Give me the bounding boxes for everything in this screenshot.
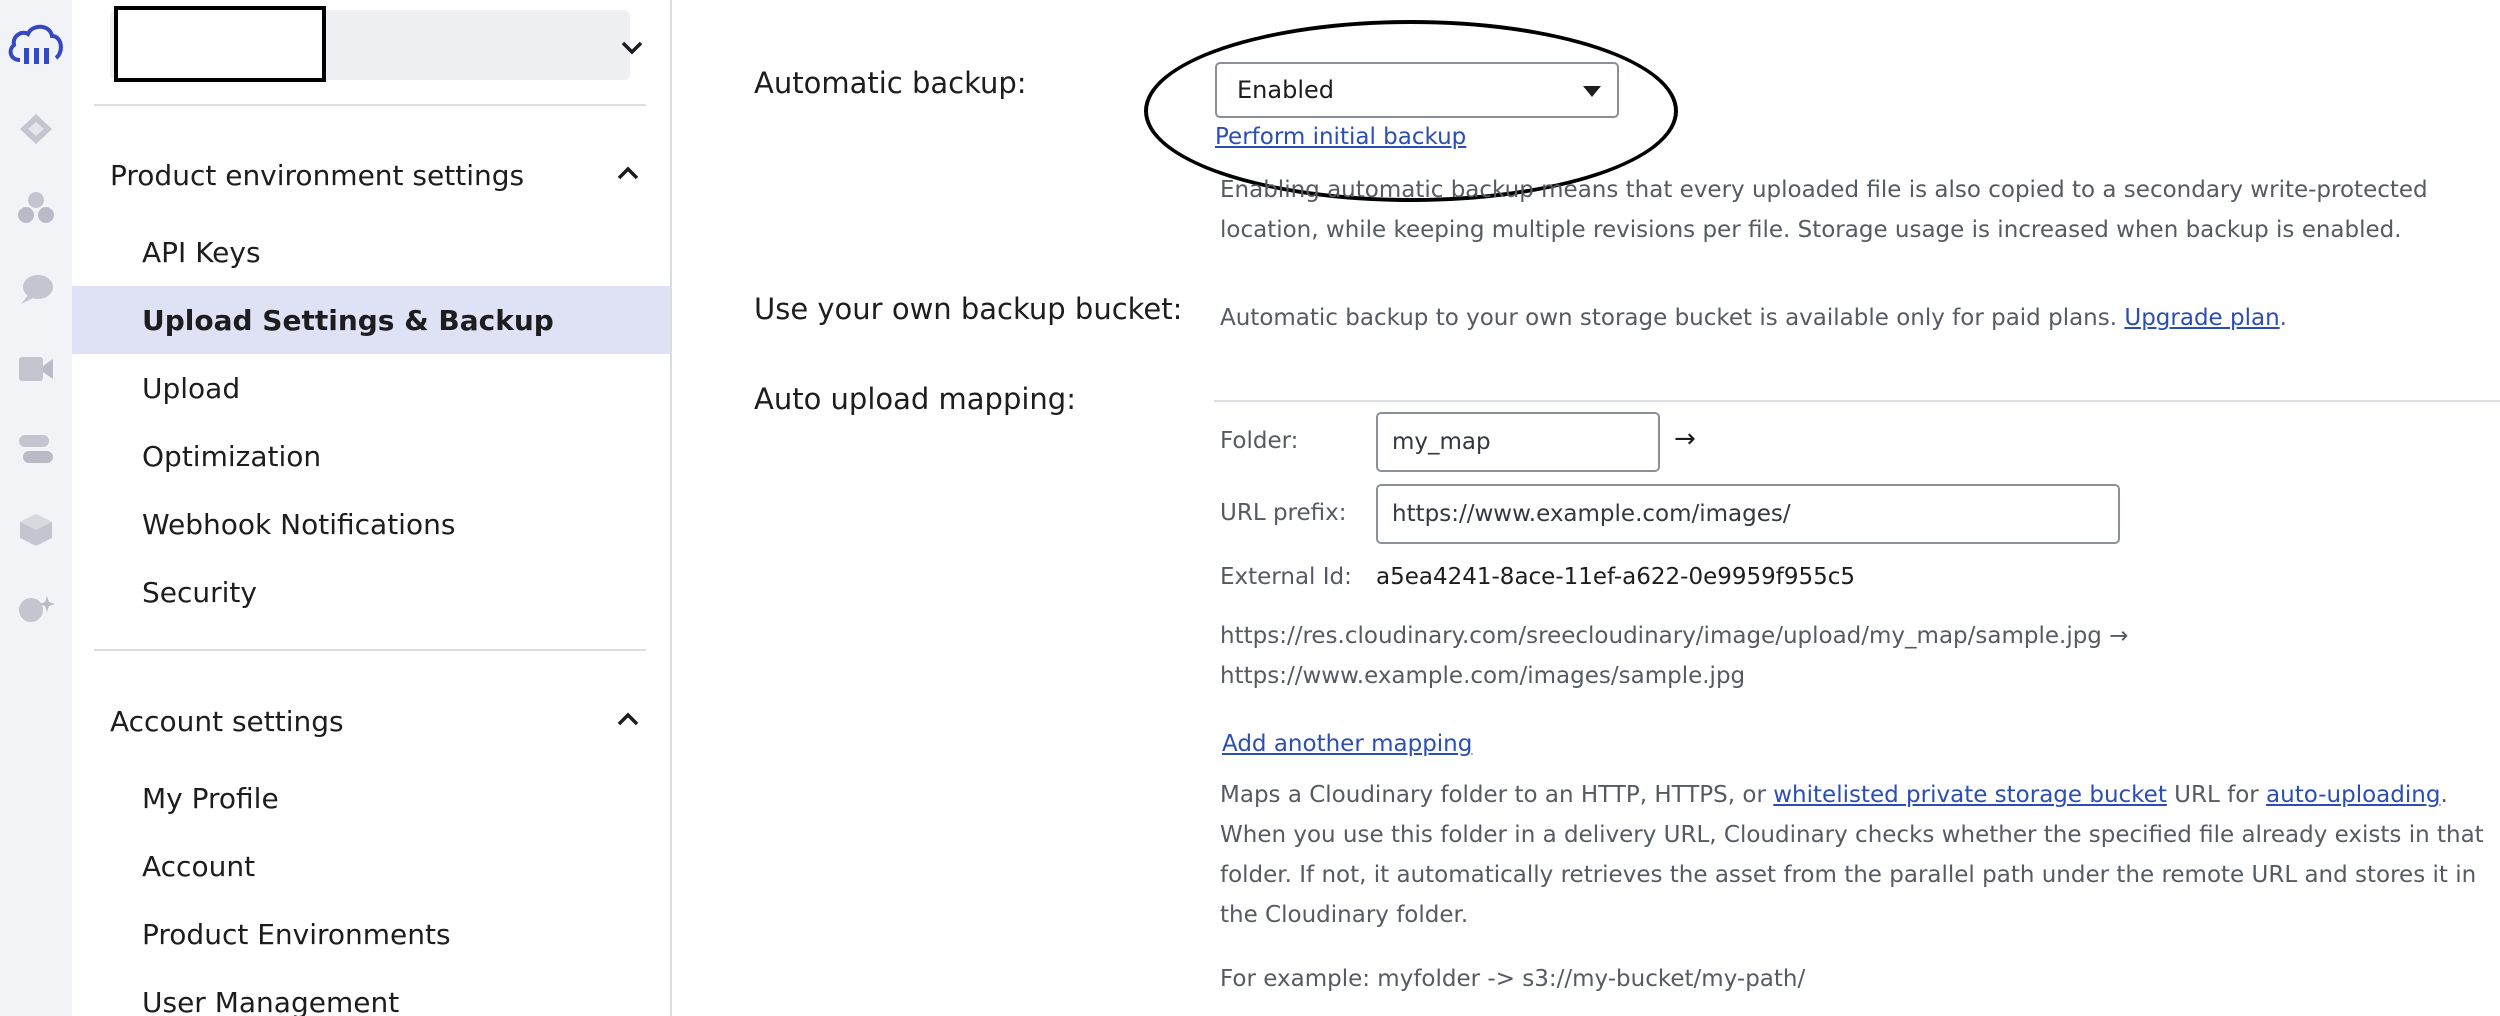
chevron-down-icon xyxy=(620,40,644,60)
sidebar-item-account[interactable]: Account xyxy=(72,832,670,900)
description-line: the Cloudinary folder. xyxy=(1220,902,1469,928)
mapping-divider xyxy=(1214,400,2500,402)
cube-icon[interactable] xyxy=(0,512,72,548)
backup-help-text: Enabling automatic backup means that eve… xyxy=(1220,170,2428,250)
url-prefix-label: URL prefix: xyxy=(1220,500,1347,526)
sidebar-divider xyxy=(94,649,646,651)
section-title: Product environment settings xyxy=(110,158,525,192)
url-prefix-input[interactable]: https://www.example.com/images/ xyxy=(1376,484,2120,544)
description-line: Maps a Cloudinary folder to an HTTP, HTT… xyxy=(1220,775,2484,815)
section-title: Account settings xyxy=(110,704,344,738)
sidebar-item-api-keys[interactable]: API Keys xyxy=(72,218,670,286)
description-line: folder. If not, it automatically retriev… xyxy=(1220,862,2477,888)
folder-input[interactable]: my_map xyxy=(1376,412,1660,472)
select-value: Enabled xyxy=(1237,76,1334,104)
ai-sparkle-icon[interactable] xyxy=(0,592,72,628)
automatic-backup-select[interactable]: Enabled xyxy=(1215,62,1619,118)
desc-text: . xyxy=(2440,782,2448,808)
own-bucket-text: Automatic backup to your own storage buc… xyxy=(1220,298,2287,338)
upgrade-plan-link[interactable]: Upgrade plan xyxy=(2124,305,2279,331)
perform-initial-backup-link[interactable]: Perform initial backup xyxy=(1215,124,1466,150)
help-line: Enabling automatic backup means that eve… xyxy=(1220,177,2428,203)
chat-bubble-icon[interactable] xyxy=(0,272,72,308)
desc-text: URL for xyxy=(2166,782,2267,808)
settings-sidebar: Product environment settings API Keys Up… xyxy=(72,0,672,1016)
desc-text: Maps a Cloudinary folder to an HTTP, HTT… xyxy=(1220,782,1774,808)
redacted-environment-name xyxy=(114,6,326,82)
integrations-icon[interactable] xyxy=(0,432,72,466)
example-line: https://www.example.com/images/sample.jp… xyxy=(1220,663,1746,689)
sidebar-divider xyxy=(94,104,646,106)
add-another-mapping-link[interactable]: Add another mapping xyxy=(1222,731,1472,757)
description-line: When you use this folder in a delivery U… xyxy=(1220,822,2484,848)
arrow-right-icon: → xyxy=(1674,424,1696,454)
folder-value: my_map xyxy=(1392,429,1491,455)
auto-uploading-link[interactable]: auto-uploading xyxy=(2266,782,2440,808)
automatic-backup-label: Automatic backup: xyxy=(754,66,1027,100)
caret-down-icon xyxy=(1583,86,1601,97)
account-settings-section-header[interactable]: Account settings xyxy=(110,696,640,746)
mapping-example-footer: For example: myfolder -> s3://my-bucket/… xyxy=(1220,966,1806,992)
mapping-example: https://res.cloudinary.com/sreecloudinar… xyxy=(1220,616,2129,696)
main-content: Automatic backup: Enabled Perform initia… xyxy=(674,0,2500,1016)
sidebar-item-optimization[interactable]: Optimization xyxy=(72,422,670,490)
sidebar-item-webhook-notifications[interactable]: Webhook Notifications xyxy=(72,490,670,558)
external-id-label: External Id: xyxy=(1220,564,1352,590)
sidebar-item-upload[interactable]: Upload xyxy=(72,354,670,422)
sidebar-item-user-management[interactable]: User Management xyxy=(72,968,670,1016)
example-line: https://res.cloudinary.com/sreecloudinar… xyxy=(1220,623,2129,649)
icon-rail xyxy=(0,0,72,1016)
sidebar-item-product-environments[interactable]: Product Environments xyxy=(72,900,670,968)
own-bucket-message: Automatic backup to your own storage buc… xyxy=(1220,305,2125,331)
video-icon[interactable] xyxy=(0,354,72,384)
product-settings-section-header[interactable]: Product environment settings xyxy=(110,150,640,200)
period: . xyxy=(2279,305,2287,331)
folder-label: Folder: xyxy=(1220,428,1299,454)
sidebar-item-my-profile[interactable]: My Profile xyxy=(72,764,670,832)
sidebar-item-security[interactable]: Security xyxy=(72,558,670,626)
media-library-icon[interactable] xyxy=(0,112,72,146)
sidebar-item-upload-settings-backup[interactable]: Upload Settings & Backup xyxy=(72,286,670,354)
url-prefix-value: https://www.example.com/images/ xyxy=(1392,501,1791,527)
cloudinary-logo-icon[interactable] xyxy=(0,22,72,68)
auto-upload-mapping-label: Auto upload mapping: xyxy=(754,382,1076,416)
own-backup-bucket-label: Use your own backup bucket: xyxy=(754,292,1183,326)
mapping-description: Maps a Cloudinary folder to an HTTP, HTT… xyxy=(1220,775,2484,935)
whitelisted-bucket-link[interactable]: whitelisted private storage bucket xyxy=(1773,782,2167,808)
assets-icon[interactable] xyxy=(0,190,72,226)
help-line: location, while keeping multiple revisio… xyxy=(1220,217,2402,243)
chevron-up-icon xyxy=(616,711,640,731)
external-id-value: a5ea4241-8ace-11ef-a622-0e9959f955c5 xyxy=(1376,564,1856,590)
chevron-up-icon xyxy=(616,165,640,185)
